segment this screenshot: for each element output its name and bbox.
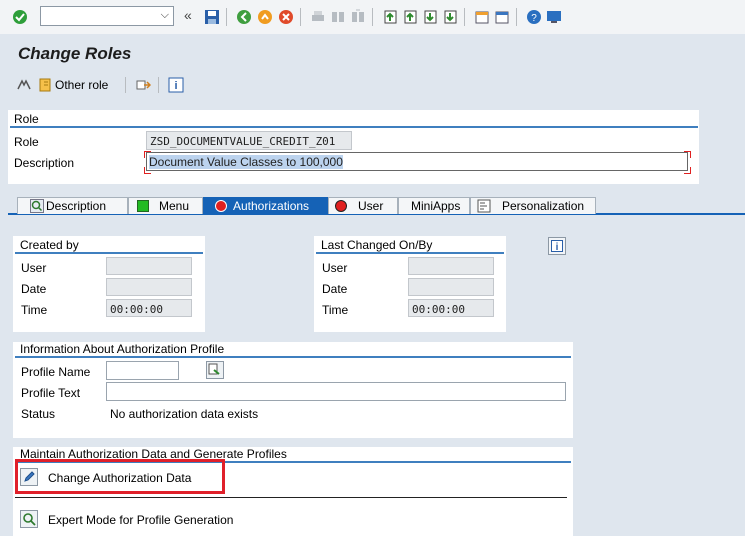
customize-icon[interactable] — [546, 9, 562, 25]
tab-authorizations-label: Authorizations — [233, 199, 310, 213]
display-change-icon[interactable] — [16, 77, 32, 93]
other-role-button[interactable]: Other role — [55, 78, 108, 92]
prev-page-icon[interactable] — [402, 9, 418, 25]
created-time-label: Time — [21, 303, 48, 317]
check-icon[interactable] — [12, 9, 28, 25]
tab-authorizations[interactable]: Authorizations — [203, 197, 328, 214]
created-by-group: Created by User Date Time 00:00:00 — [13, 236, 205, 332]
exit-icon[interactable] — [257, 9, 273, 25]
personalization-icon — [477, 199, 491, 213]
created-time-field[interactable]: 00:00:00 — [106, 299, 192, 317]
red-status-icon — [215, 200, 227, 212]
shortcut-icon[interactable] — [494, 9, 510, 25]
auth-profile-group: Information About Authorization Profile … — [13, 342, 573, 438]
magnifier-icon — [30, 199, 44, 213]
find-icon[interactable] — [330, 9, 346, 25]
svg-text:i: i — [556, 242, 559, 253]
changed-date-label: Date — [322, 282, 348, 296]
tab-personalization-label: Personalization — [502, 199, 585, 213]
collapse-icon[interactable]: « — [184, 7, 200, 23]
tab-menu-label: Menu — [159, 199, 190, 213]
last-changed-group: Last Changed On/By User Date Time 00:00:… — [314, 236, 506, 332]
help-icon[interactable]: ? — [526, 9, 542, 25]
created-date-label: Date — [21, 282, 47, 296]
system-toolbar: ⌵ « ? — [0, 0, 745, 35]
info-icon[interactable]: i — [168, 77, 184, 93]
last-changed-title: Last Changed On/By — [321, 238, 433, 252]
tab-user[interactable]: User — [328, 197, 398, 214]
role-group-title: Role — [14, 112, 39, 126]
created-user-label: User — [21, 261, 47, 275]
tab-description-label: Description — [46, 199, 107, 213]
maintain-group: Maintain Authorization Data and Generate… — [13, 447, 573, 536]
required-marker — [144, 151, 151, 158]
first-page-icon[interactable] — [382, 9, 398, 25]
description-label: Description — [14, 156, 75, 170]
created-date-field[interactable] — [106, 278, 192, 296]
required-marker — [684, 167, 691, 174]
next-page-icon[interactable] — [422, 9, 438, 25]
status-value: No authorization data exists — [110, 407, 259, 421]
changed-time-field[interactable]: 00:00:00 — [408, 299, 494, 317]
required-marker — [684, 151, 691, 158]
auth-profile-title: Information About Authorization Profile — [20, 342, 225, 356]
required-marker — [144, 167, 151, 174]
separator — [15, 497, 567, 498]
created-user-field[interactable] — [106, 257, 192, 275]
red-status-icon — [335, 200, 347, 212]
status-label: Status — [21, 407, 56, 421]
changed-user-label: User — [322, 261, 348, 275]
svg-text:i: i — [174, 80, 177, 92]
info-icon[interactable]: i — [548, 237, 566, 255]
new-session-icon[interactable] — [474, 9, 490, 25]
profile-name-field[interactable] — [106, 361, 179, 380]
find-next-icon[interactable] — [350, 9, 366, 25]
expert-mode-button[interactable]: Expert Mode for Profile Generation — [48, 513, 233, 527]
tab-miniapps-label: MiniApps — [411, 199, 461, 213]
other-role-icon[interactable] — [38, 77, 54, 93]
title-bar: Change Roles — [0, 34, 745, 70]
highlight-box — [15, 459, 225, 494]
profile-name-label: Profile Name — [21, 365, 91, 379]
application-toolbar: Other role i — [0, 70, 745, 100]
chevron-down-icon[interactable]: ⌵ — [161, 9, 169, 22]
changed-date-field[interactable] — [408, 278, 494, 296]
command-field[interactable]: ⌵ — [40, 6, 174, 26]
role-label: Role — [14, 135, 39, 149]
cancel-icon[interactable] — [278, 9, 294, 25]
tab-menu[interactable]: Menu — [128, 197, 203, 214]
back-icon[interactable] — [236, 9, 252, 25]
page-title: Change Roles — [18, 44, 132, 63]
svg-text:?: ? — [531, 13, 537, 24]
tab-miniapps[interactable]: MiniApps — [398, 197, 470, 214]
role-field[interactable]: ZSD_DOCUMENTVALUE_CREDIT_Z01 — [146, 131, 352, 150]
print-icon[interactable] — [310, 9, 326, 25]
changed-time-label: Time — [322, 303, 349, 317]
profile-text-field[interactable] — [106, 382, 566, 401]
tab-personalization[interactable]: Personalization — [470, 197, 596, 214]
last-page-icon[interactable] — [442, 9, 458, 25]
profile-text-label: Profile Text — [21, 386, 81, 400]
save-icon[interactable] — [204, 9, 220, 25]
description-field[interactable]: Document Value Classes to 100,000 — [146, 152, 688, 171]
green-status-icon — [137, 200, 149, 212]
profile-select-icon[interactable] — [206, 361, 224, 379]
created-by-title: Created by — [20, 238, 79, 252]
tab-description[interactable]: Description — [17, 197, 128, 214]
role-group: Role Role ZSD_DOCUMENTVALUE_CREDIT_Z01 D… — [8, 110, 699, 184]
transport-icon[interactable] — [135, 77, 151, 93]
changed-user-field[interactable] — [408, 257, 494, 275]
description-value: Document Value Classes to 100,000 — [149, 155, 343, 169]
tab-user-label: User — [358, 199, 384, 213]
magnifier-icon[interactable] — [20, 510, 38, 528]
